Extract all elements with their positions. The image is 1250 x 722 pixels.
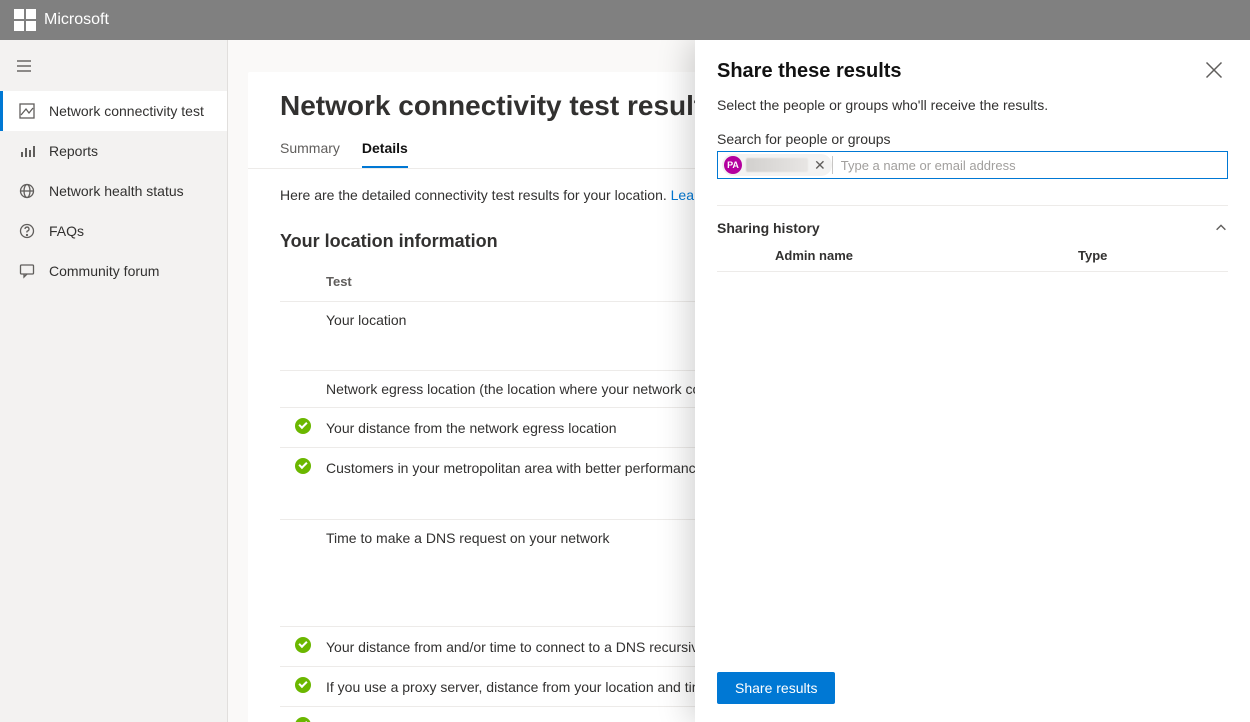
sidebar-item-network-connectivity-test[interactable]: Network connectivity test	[0, 91, 227, 131]
share-panel: Share these results Select the people or…	[695, 40, 1250, 722]
chat-icon	[19, 263, 35, 279]
history-header-row: Admin name Type	[717, 248, 1228, 272]
avatar: PA	[724, 156, 742, 174]
sidebar-item-label: FAQs	[49, 223, 84, 239]
sidebar-item-reports[interactable]: Reports	[0, 131, 227, 171]
microsoft-squares-icon	[14, 9, 36, 31]
share-results-button[interactable]: Share results	[717, 672, 835, 704]
intro-text-span: Here are the detailed connectivity test …	[280, 187, 671, 203]
brand-text: Microsoft	[44, 11, 109, 29]
tab-summary[interactable]: Summary	[280, 140, 340, 168]
sharing-history-toggle[interactable]: Sharing history	[717, 206, 1228, 236]
globe-icon	[19, 183, 35, 199]
chevron-up-icon	[1214, 221, 1228, 235]
top-bar: Microsoft	[0, 0, 1250, 40]
sidebar-item-community-forum[interactable]: Community forum	[0, 251, 227, 291]
history-col-type: Type	[1078, 248, 1228, 263]
status-cell	[280, 627, 326, 667]
hamburger-menu-icon[interactable]	[0, 50, 227, 91]
status-ok-icon	[295, 637, 311, 653]
status-ok-icon	[295, 458, 311, 474]
search-field-label: Search for people or groups	[717, 131, 1228, 147]
status-cell	[280, 707, 326, 722]
selected-person-pill: PA ✕	[722, 154, 832, 176]
people-search-input[interactable]	[832, 156, 1223, 174]
sharing-history-title: Sharing history	[717, 220, 820, 236]
status-ok-icon	[295, 677, 311, 693]
tab-details[interactable]: Details	[362, 140, 408, 168]
remove-person-icon[interactable]: ✕	[812, 157, 828, 174]
sidebar-item-network-health-status[interactable]: Network health status	[0, 171, 227, 211]
status-cell	[280, 520, 326, 627]
status-ok-icon	[295, 717, 311, 722]
status-cell	[280, 667, 326, 707]
sidebar-item-label: Network connectivity test	[49, 103, 204, 119]
people-picker[interactable]: PA ✕	[717, 151, 1228, 179]
history-col-admin: Admin name	[717, 248, 1078, 263]
panel-description: Select the people or groups who'll recei…	[717, 97, 1228, 113]
microsoft-logo[interactable]: Microsoft	[14, 9, 109, 31]
status-ok-icon	[295, 418, 311, 434]
sidebar-item-faqs[interactable]: FAQs	[0, 211, 227, 251]
redacted-name	[746, 158, 808, 172]
image-icon	[19, 103, 35, 119]
status-cell	[280, 371, 326, 408]
status-cell	[280, 302, 326, 371]
left-sidebar: Network connectivity test Reports Networ…	[0, 40, 228, 722]
close-icon[interactable]	[1204, 60, 1224, 80]
help-icon	[19, 223, 35, 239]
sidebar-item-label: Network health status	[49, 183, 184, 199]
status-cell	[280, 408, 326, 448]
sidebar-item-label: Reports	[49, 143, 98, 159]
panel-title: Share these results	[717, 60, 902, 83]
status-cell	[280, 448, 326, 520]
bar-chart-icon	[19, 143, 35, 159]
sidebar-item-label: Community forum	[49, 263, 159, 279]
